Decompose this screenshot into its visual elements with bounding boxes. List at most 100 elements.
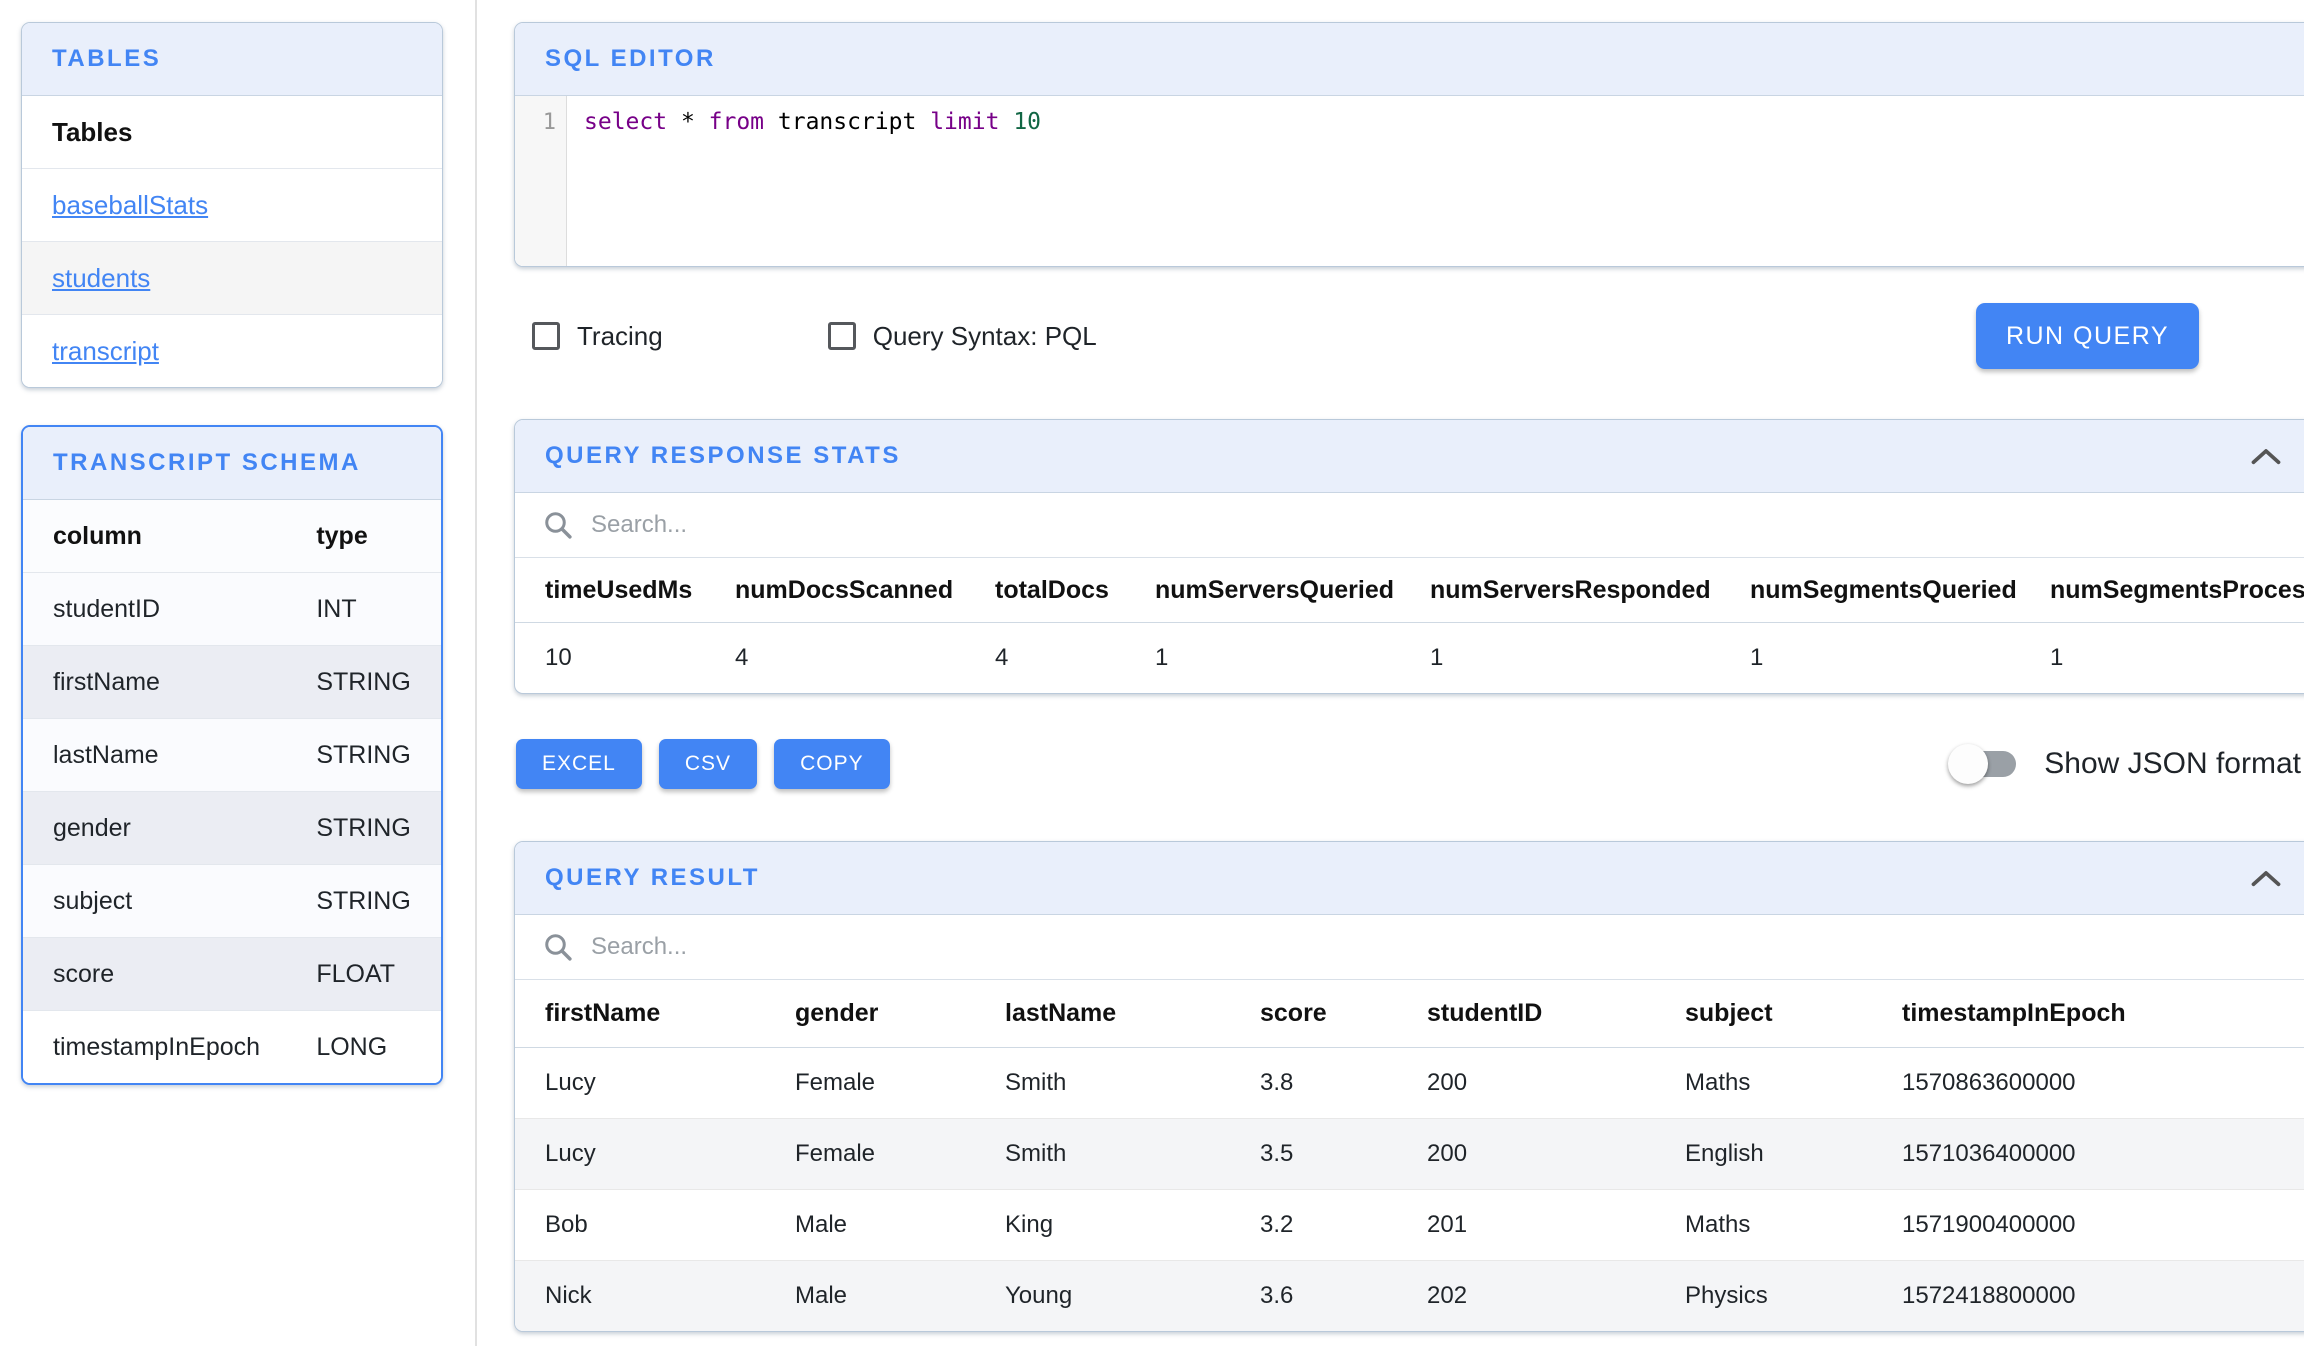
- result-panel-header: QUERY RESULT: [515, 842, 2304, 915]
- result-cell: Maths: [1655, 1190, 1872, 1261]
- sql-token: *: [667, 109, 709, 135]
- pinot-query-console: TABLES Tables baseballStats students trans…: [0, 0, 2304, 1346]
- sql-token: from: [709, 109, 764, 135]
- schema-row: studentIDINT: [23, 573, 441, 646]
- result-cell: 1571036400000: [1872, 1119, 2304, 1190]
- sql-token: select: [584, 109, 667, 135]
- sql-token: transcript: [764, 109, 930, 135]
- table-list-item: baseballStats: [22, 168, 442, 241]
- result-cell: Female: [765, 1119, 975, 1190]
- stats-value-row: 10441111: [515, 623, 2304, 694]
- result-cell: 3.2: [1230, 1190, 1397, 1261]
- sql-code-line[interactable]: select * from transcript limit 10: [567, 96, 2304, 266]
- stats-search-input[interactable]: [589, 510, 1093, 540]
- stats-table: timeUsedMsnumDocsScannedtotalDocsnumServ…: [515, 558, 2304, 693]
- search-icon: [543, 932, 573, 962]
- schema-col-header: column: [23, 500, 286, 573]
- schema-panel-header: TRANSCRIPT SCHEMA: [23, 427, 441, 500]
- toggle-thumb-icon: [1948, 744, 1988, 784]
- sql-token: [999, 109, 1013, 135]
- stats-value-cell: 1: [1720, 623, 2020, 694]
- result-cell: 200: [1397, 1048, 1655, 1119]
- stats-column-header: numDocsScanned: [705, 558, 965, 623]
- result-column-header: firstName: [515, 980, 765, 1048]
- result-column-header: timestampInEpoch: [1872, 980, 2304, 1048]
- result-cell: Lucy: [515, 1119, 765, 1190]
- result-row: NickMaleYoung3.6202Physics1572418800000: [515, 1261, 2304, 1332]
- query-result-panel: QUERY RESULT firstNamegenderlastNamescor: [514, 841, 2304, 1332]
- pql-label: Query Syntax: PQL: [873, 321, 1097, 352]
- stats-panel-title: QUERY RESPONSE STATS: [545, 442, 901, 470]
- schema-column-name: gender: [23, 792, 286, 865]
- schema-panel-title: TRANSCRIPT SCHEMA: [53, 449, 361, 477]
- pql-checkbox[interactable]: [828, 322, 856, 350]
- tracing-checkbox-wrap[interactable]: Tracing: [532, 321, 663, 352]
- tracing-checkbox[interactable]: [532, 322, 560, 350]
- result-cell: 1571900400000: [1872, 1190, 2304, 1261]
- stats-value-cell: 1: [2020, 623, 2304, 694]
- stats-value-cell: 4: [965, 623, 1125, 694]
- stats-column-header: totalDocs: [965, 558, 1125, 623]
- result-cell: 1570863600000: [1872, 1048, 2304, 1119]
- query-response-stats-panel: QUERY RESPONSE STATS timeUsedMsnumDocsSc: [514, 419, 2304, 694]
- run-query-button[interactable]: RUN QUERY: [1976, 303, 2199, 369]
- result-row: LucyFemaleSmith3.5200English157103640000…: [515, 1119, 2304, 1190]
- sql-token: 10: [1013, 109, 1041, 135]
- json-format-toggle[interactable]: [1948, 742, 2022, 786]
- schema-column-type: FLOAT: [286, 938, 441, 1011]
- table-link-students[interactable]: students: [52, 263, 150, 294]
- result-collapse-button[interactable]: [2247, 865, 2285, 891]
- stats-table-clip: timeUsedMsnumDocsScannedtotalDocsnumServ…: [515, 558, 2304, 693]
- result-cell: 201: [1397, 1190, 1655, 1261]
- copy-button[interactable]: COPY: [774, 739, 890, 789]
- schema-column-name: score: [23, 938, 286, 1011]
- schema-column-type: STRING: [286, 646, 441, 719]
- schema-table-body: studentIDINTfirstNameSTRINGlastNameSTRIN…: [23, 573, 441, 1084]
- result-table-clip: firstNamegenderlastNamescorestudentIDsub…: [515, 980, 2304, 1331]
- schema-table-header-row: column type: [23, 500, 441, 573]
- sql-editor-header: SQL EDITOR: [515, 23, 2304, 96]
- stats-collapse-button[interactable]: [2247, 443, 2285, 469]
- result-header-row: firstNamegenderlastNamescorestudentIDsub…: [515, 980, 2304, 1048]
- chevron-up-icon: [2251, 869, 2281, 887]
- json-format-toggle-label: Show JSON format: [2044, 747, 2301, 781]
- result-cell: Smith: [975, 1048, 1230, 1119]
- stats-column-header: numServersQueried: [1125, 558, 1400, 623]
- tables-list-header: Tables: [22, 96, 442, 168]
- result-cell: 1572418800000: [1872, 1261, 2304, 1332]
- excel-button[interactable]: EXCEL: [516, 739, 642, 789]
- result-column-header: studentID: [1397, 980, 1655, 1048]
- schema-column-type: LONG: [286, 1011, 441, 1084]
- result-search-row: [515, 915, 2304, 980]
- result-cell: Bob: [515, 1190, 765, 1261]
- schema-row: timestampInEpochLONG: [23, 1011, 441, 1084]
- sql-editor-title: SQL EDITOR: [545, 45, 716, 73]
- result-cell: Lucy: [515, 1048, 765, 1119]
- table-link-baseballStats[interactable]: baseballStats: [52, 190, 208, 221]
- result-cell: 3.8: [1230, 1048, 1397, 1119]
- editor-line-number: 1: [515, 96, 567, 266]
- result-row: BobMaleKing3.2201Maths1571900400000: [515, 1190, 2304, 1261]
- schema-column-name: firstName: [23, 646, 286, 719]
- schema-column-name: subject: [23, 865, 286, 938]
- schema-type-header: type: [286, 500, 441, 573]
- result-cell: Physics: [1655, 1261, 1872, 1332]
- tables-panel-header: TABLES: [22, 23, 442, 96]
- sql-editor[interactable]: 1 select * from transcript limit 10: [515, 96, 2304, 266]
- schema-table: column type studentIDINTfirstNameSTRINGl…: [23, 500, 441, 1083]
- csv-button[interactable]: CSV: [659, 739, 757, 789]
- table-list: baseballStats students transcript: [22, 168, 442, 387]
- table-link-transcript[interactable]: transcript: [52, 336, 159, 367]
- stats-column-header: timeUsedMs: [515, 558, 705, 623]
- tracing-label: Tracing: [577, 321, 663, 352]
- result-cell: Nick: [515, 1261, 765, 1332]
- result-table-body: LucyFemaleSmith3.8200Maths1570863600000L…: [515, 1048, 2304, 1332]
- result-search-input[interactable]: [589, 932, 1093, 962]
- export-row: EXCEL CSV COPY Show JSON format: [514, 739, 2304, 789]
- schema-row: lastNameSTRING: [23, 719, 441, 792]
- result-cell: Maths: [1655, 1048, 1872, 1119]
- result-table: firstNamegenderlastNamescorestudentIDsub…: [515, 980, 2304, 1331]
- stats-column-header: numSegmentsProcessed: [2020, 558, 2304, 623]
- result-cell: 3.5: [1230, 1119, 1397, 1190]
- pql-checkbox-wrap[interactable]: Query Syntax: PQL: [828, 321, 1097, 352]
